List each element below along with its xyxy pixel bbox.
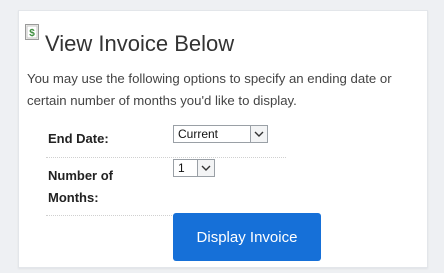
months-row: Number of Months: 1 [46,159,286,216]
end-date-label: End Date: [48,131,109,146]
title-row: $ View Invoice Below [25,19,234,57]
display-invoice-button[interactable]: Display Invoice [173,213,321,261]
months-label-line1: Number of [48,168,113,183]
instructions-text: You may use the following options to spe… [27,71,392,108]
end-date-select[interactable]: Current [173,125,268,143]
invoice-dollar-icon: $ [25,24,39,40]
months-label: Number of Months: [48,165,138,209]
invoice-options-panel: $ View Invoice Below You may use the fol… [18,10,428,268]
months-select[interactable]: 1 [173,159,215,177]
months-value: 1 [178,161,185,175]
end-date-value: Current [178,127,219,141]
page-title: View Invoice Below [45,31,235,56]
months-label-line2: Months: [48,190,99,205]
svg-text:$: $ [29,28,35,39]
chevron-down-icon[interactable] [197,160,214,176]
end-date-row: End Date: Current [46,123,286,158]
chevron-down-icon[interactable] [250,126,267,142]
